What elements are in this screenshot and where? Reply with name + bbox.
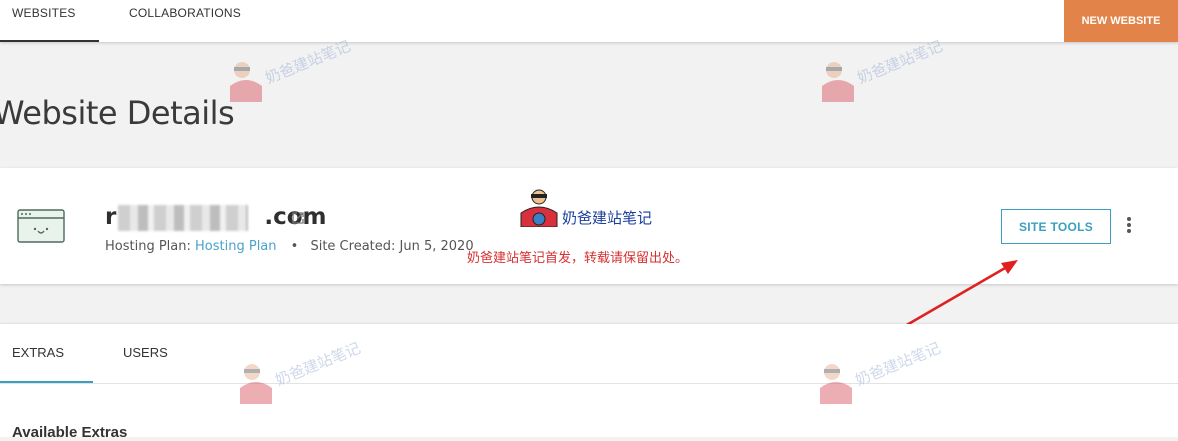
watermark-notice: 奶爸建站笔记首发，转载请保留出处。 [467,251,689,266]
domain-redaction [118,205,248,231]
hosting-plan-label: Hosting Plan: [105,239,191,254]
tab-collaborations[interactable]: COLLABORATIONS [129,0,241,42]
watermark-faint-text: 奶爸建站笔记 [262,36,354,88]
external-link-icon[interactable] [291,211,305,225]
annotation-arrow-icon [904,260,1018,328]
section-heading: Available Extras [12,424,128,441]
watermark-faint: 奶爸建站笔记 [238,339,363,409]
watermark-faint: 奶爸建站笔记 [818,339,943,409]
top-navigation: WEBSITES COLLABORATIONS NEW WEBSITE [0,0,1178,42]
watermark-faint-text: 奶爸建站笔记 [854,36,946,88]
page-title: Website Details [0,94,235,132]
tab-extras[interactable]: EXTRAS [12,345,64,360]
meta-separator: • [290,239,299,254]
tab-divider [0,383,1178,384]
mascot-icon [820,364,852,404]
detail-panel: EXTRAS USERS Available Extras [0,324,1178,441]
site-created-label: Site Created: [310,239,396,254]
new-website-button[interactable]: NEW WEBSITE [1064,0,1178,42]
mascot-icon [822,62,854,102]
tab-users[interactable]: USERS [123,345,168,360]
site-meta: Hosting Plan: Hosting Plan • Site Create… [105,239,474,254]
mascot-icon [520,189,558,227]
active-tab-indicator [0,381,93,383]
hosting-plan-link[interactable]: Hosting Plan [195,239,277,254]
watermark-logo-text: 奶爸建站笔记 [562,209,653,227]
mascot-icon [240,364,272,404]
tab-websites[interactable]: WEBSITES [0,0,99,42]
more-vertical-icon[interactable] [1122,217,1136,237]
site-tools-button[interactable]: SITE TOOLS [1001,209,1111,244]
watermark-faint: 奶爸建站笔记 [820,37,945,107]
site-created-date: Jun 5, 2020 [399,239,474,254]
site-browser-icon [17,209,65,243]
